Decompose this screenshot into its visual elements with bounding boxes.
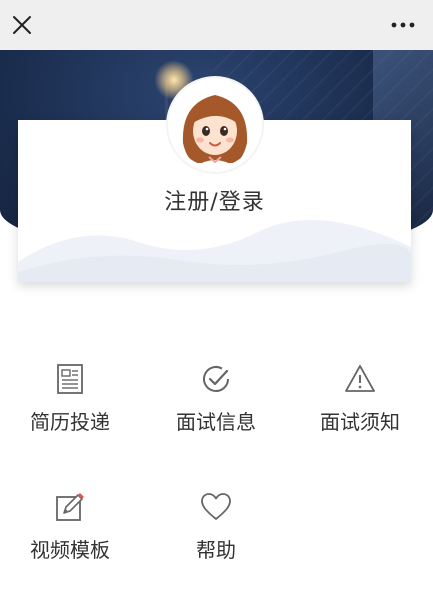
menu-item-label: 面试须知 bbox=[320, 410, 400, 434]
login-link[interactable]: 注册/登录 bbox=[18, 184, 411, 216]
check-circle-icon bbox=[199, 362, 233, 396]
top-bar bbox=[0, 0, 433, 50]
menu-item-label: 视频模板 bbox=[30, 538, 110, 562]
warning-icon bbox=[343, 362, 377, 396]
more-icon[interactable] bbox=[387, 13, 419, 37]
close-icon[interactable] bbox=[10, 13, 34, 37]
avatar[interactable] bbox=[168, 78, 262, 172]
menu-item-interview-info[interactable]: 面试信息 bbox=[146, 362, 286, 442]
menu-item-label: 简历投递 bbox=[30, 410, 110, 434]
menu-item-interview-notice[interactable]: 面试须知 bbox=[290, 362, 430, 442]
heart-icon bbox=[199, 490, 233, 524]
menu-item-label: 帮助 bbox=[196, 538, 236, 562]
menu-item-resume[interactable]: 简历投递 bbox=[0, 362, 140, 442]
girl-avatar-icon bbox=[173, 83, 257, 167]
menu-item-help[interactable]: 帮助 bbox=[146, 490, 286, 570]
edit-icon bbox=[53, 490, 87, 524]
resume-icon bbox=[53, 362, 87, 396]
menu-item-label: 面试信息 bbox=[176, 410, 256, 434]
menu-item-video-template[interactable]: 视频模板 bbox=[0, 490, 140, 570]
